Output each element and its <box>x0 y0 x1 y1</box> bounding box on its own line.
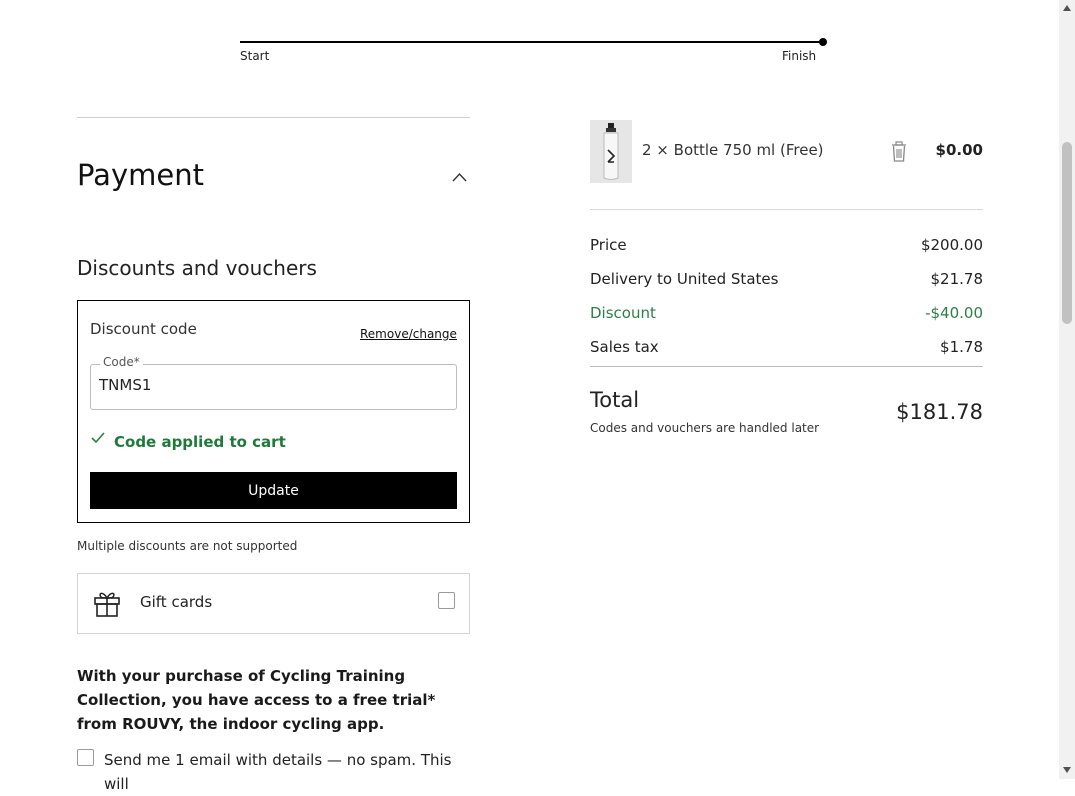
price-value: $200.00 <box>920 236 983 254</box>
progress-finish-label: Finish <box>782 49 817 63</box>
remove-change-link[interactable]: Remove/change <box>360 327 457 341</box>
product-divider <box>590 209 983 210</box>
rouvy-offer-text: With your purchase of Cycling Training C… <box>77 667 436 733</box>
gift-cards-option[interactable] <box>77 573 470 634</box>
check-icon <box>91 432 105 444</box>
gift-icon <box>94 592 120 617</box>
discounts-heading: Discounts and vouchers <box>77 256 317 280</box>
scrollbar-track[interactable] <box>1059 0 1075 779</box>
product-price: $0.00 <box>935 141 983 159</box>
discount-value: -$40.00 <box>925 304 983 322</box>
discount-code-label: Discount code <box>90 320 197 338</box>
progress-start-label: Start <box>240 49 270 63</box>
scroll-up-arrow-icon[interactable] <box>1062 4 1072 12</box>
code-input[interactable] <box>99 374 439 396</box>
gift-cards-checkbox[interactable] <box>438 592 455 609</box>
email-opt-in-label: Send me 1 email with details — no spam. … <box>104 751 452 793</box>
total-label: Total <box>590 388 640 412</box>
summary-divider <box>590 366 983 367</box>
sales-tax-label: Sales tax <box>590 338 659 356</box>
scroll-down-arrow-icon[interactable] <box>1062 766 1072 774</box>
scrollbar-thumb[interactable] <box>1062 142 1072 324</box>
gift-cards-label: Gift cards <box>140 593 213 611</box>
update-button[interactable]: Update <box>90 472 457 509</box>
code-field-label: Code* <box>100 355 143 369</box>
progress-track <box>240 41 824 43</box>
payment-title: Payment <box>77 158 204 192</box>
section-divider <box>77 117 470 118</box>
email-opt-in-checkbox[interactable] <box>77 749 94 766</box>
multiple-discounts-note: Multiple discounts are not supported <box>77 539 298 553</box>
delivery-label: Delivery to United States <box>590 270 779 288</box>
discount-label: Discount <box>590 304 656 322</box>
bottle-image <box>590 120 632 183</box>
code-applied-message: Code applied to cart <box>114 433 286 451</box>
total-note: Codes and vouchers are handled later <box>590 421 820 435</box>
delivery-value: $21.78 <box>930 270 984 288</box>
product-name: 2 × Bottle 750 ml (Free) <box>642 141 824 159</box>
sales-tax-value: $1.78 <box>940 338 983 356</box>
price-label: Price <box>590 236 627 254</box>
chevron-up-icon[interactable] <box>452 170 467 185</box>
total-value: $181.78 <box>896 400 983 424</box>
progress-finish-marker <box>819 38 827 46</box>
